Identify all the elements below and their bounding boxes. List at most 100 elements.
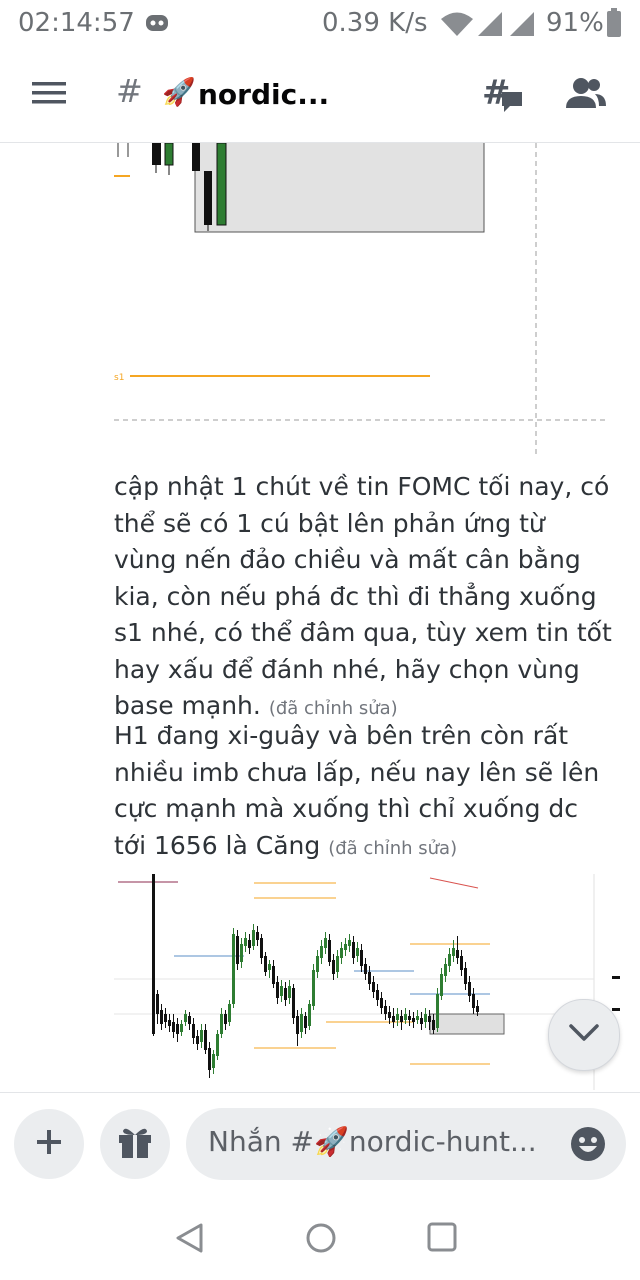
trend-line-red	[429, 877, 479, 889]
candle-bear	[164, 1014, 167, 1022]
battery-level: 91%	[546, 8, 604, 38]
message-1[interactable]: cập nhật 1 chút về tin FOMC tối nay, có …	[114, 469, 614, 728]
candle-bull	[232, 934, 235, 1004]
candle-bull	[244, 938, 247, 946]
candle-bear	[420, 1018, 423, 1024]
candle-bear	[260, 938, 263, 958]
nav-home-icon[interactable]	[305, 1222, 337, 1258]
candle-bear	[192, 143, 200, 171]
scroll-to-bottom-button[interactable]	[548, 999, 620, 1071]
network-speed: 0.39 K/s	[322, 8, 428, 38]
gift-button[interactable]	[100, 1109, 170, 1179]
candle-bull	[312, 970, 315, 1006]
candle-bull	[240, 944, 243, 962]
threads-icon[interactable]: #	[482, 73, 524, 118]
candle-bear	[236, 936, 239, 964]
candle-bear	[160, 1010, 163, 1024]
add-attachment-button[interactable]	[14, 1109, 84, 1179]
candle-bull	[336, 956, 339, 972]
candle-bear	[384, 1006, 387, 1014]
candle-bear	[248, 940, 251, 948]
candle-bull	[356, 948, 359, 956]
candle-bear	[292, 988, 295, 1018]
hamburger-menu-icon[interactable]	[32, 80, 66, 110]
members-icon[interactable]	[566, 76, 606, 114]
candle-bear	[464, 968, 467, 984]
message-1-text: cập nhật 1 chút về tin FOMC tối nay, có …	[114, 472, 612, 720]
message-2-edited: (đã chỉnh sửa)	[328, 837, 458, 859]
nav-back-icon[interactable]	[174, 1222, 204, 1258]
plus-icon	[35, 1128, 63, 1160]
discord-notification-icon	[144, 12, 170, 38]
candle-bear	[412, 1018, 415, 1022]
candle-bull	[216, 143, 227, 226]
candle-bear	[364, 964, 367, 974]
candle-bear	[392, 1016, 395, 1022]
candle-bear	[368, 972, 371, 984]
candle-bull	[452, 948, 455, 956]
nav-recents-icon[interactable]	[427, 1222, 457, 1256]
candle-bull	[440, 974, 443, 996]
candle-bear	[172, 1022, 175, 1032]
candle-bear	[272, 966, 275, 984]
candle-bear	[192, 1024, 195, 1038]
candle-bull	[280, 986, 283, 996]
message-2[interactable]: H1 đang xi-guây và bên trên còn rất nhiề…	[114, 718, 614, 867]
channel-header: # 🚀 nordic... #	[0, 48, 640, 143]
candle-bear	[428, 1016, 431, 1022]
message-1-edited: (đã chỉnh sửa)	[268, 698, 398, 719]
candle-bear	[376, 990, 379, 1000]
candle-bull	[416, 1016, 419, 1020]
candle-bear	[208, 1048, 211, 1070]
chart-image-top[interactable]: s1	[114, 143, 606, 455]
candle-bull	[436, 994, 439, 1028]
candle-bear	[224, 1014, 227, 1024]
candle-bull	[404, 1014, 407, 1020]
candle-bull	[268, 964, 271, 970]
candle-bull	[316, 956, 319, 972]
candle-bull	[424, 1014, 427, 1022]
candle-bear	[176, 1024, 179, 1034]
candle-bear	[388, 1012, 391, 1018]
candle-bear	[380, 998, 383, 1008]
candle-bull	[300, 1014, 303, 1032]
candle-bull	[228, 1004, 231, 1022]
channel-title[interactable]: nordic...	[198, 78, 329, 111]
candle-bull	[252, 930, 255, 946]
candle-bull	[288, 986, 291, 998]
candle-bull	[324, 938, 327, 948]
gift-icon	[117, 1125, 153, 1163]
candle-bear	[328, 940, 331, 962]
candle-bear	[332, 960, 335, 974]
candle-bear	[168, 1020, 171, 1026]
candle-bear	[468, 982, 471, 996]
chart-image-h1[interactable]	[114, 874, 622, 1090]
candle-bear	[284, 988, 287, 1000]
status-bar: 02:14:57 0.39 K/s 91%	[0, 0, 640, 48]
candle-bear	[296, 1016, 299, 1034]
candle-bear	[400, 1016, 403, 1022]
android-nav-bar	[0, 1194, 640, 1280]
candle-bull	[344, 944, 347, 950]
s1-label: s1	[114, 373, 124, 383]
imbalance-zone	[194, 143, 485, 233]
candle-bull	[164, 143, 174, 166]
emoji-icon[interactable]	[570, 1126, 606, 1166]
candle-bull	[212, 1054, 215, 1068]
signal-icon-2	[510, 12, 534, 40]
channel-hash-icon: #	[116, 72, 143, 110]
candle-bear	[256, 932, 259, 940]
candle-bear	[204, 1030, 207, 1050]
candle-bear	[360, 950, 363, 966]
candle-bull	[444, 964, 447, 976]
candle-bull	[184, 1014, 187, 1022]
channel-emoji: 🚀	[162, 77, 196, 108]
candle-bull	[220, 1014, 223, 1034]
message-input-placeholder: Nhắn #🚀nordic-hunt...	[208, 1125, 537, 1158]
candle-bull	[340, 948, 343, 958]
candle-bear	[476, 1006, 479, 1012]
candle-bear	[472, 994, 475, 1008]
candle-bear	[196, 1036, 199, 1044]
candle-bear	[152, 143, 161, 165]
demand-zone	[429, 1013, 505, 1035]
